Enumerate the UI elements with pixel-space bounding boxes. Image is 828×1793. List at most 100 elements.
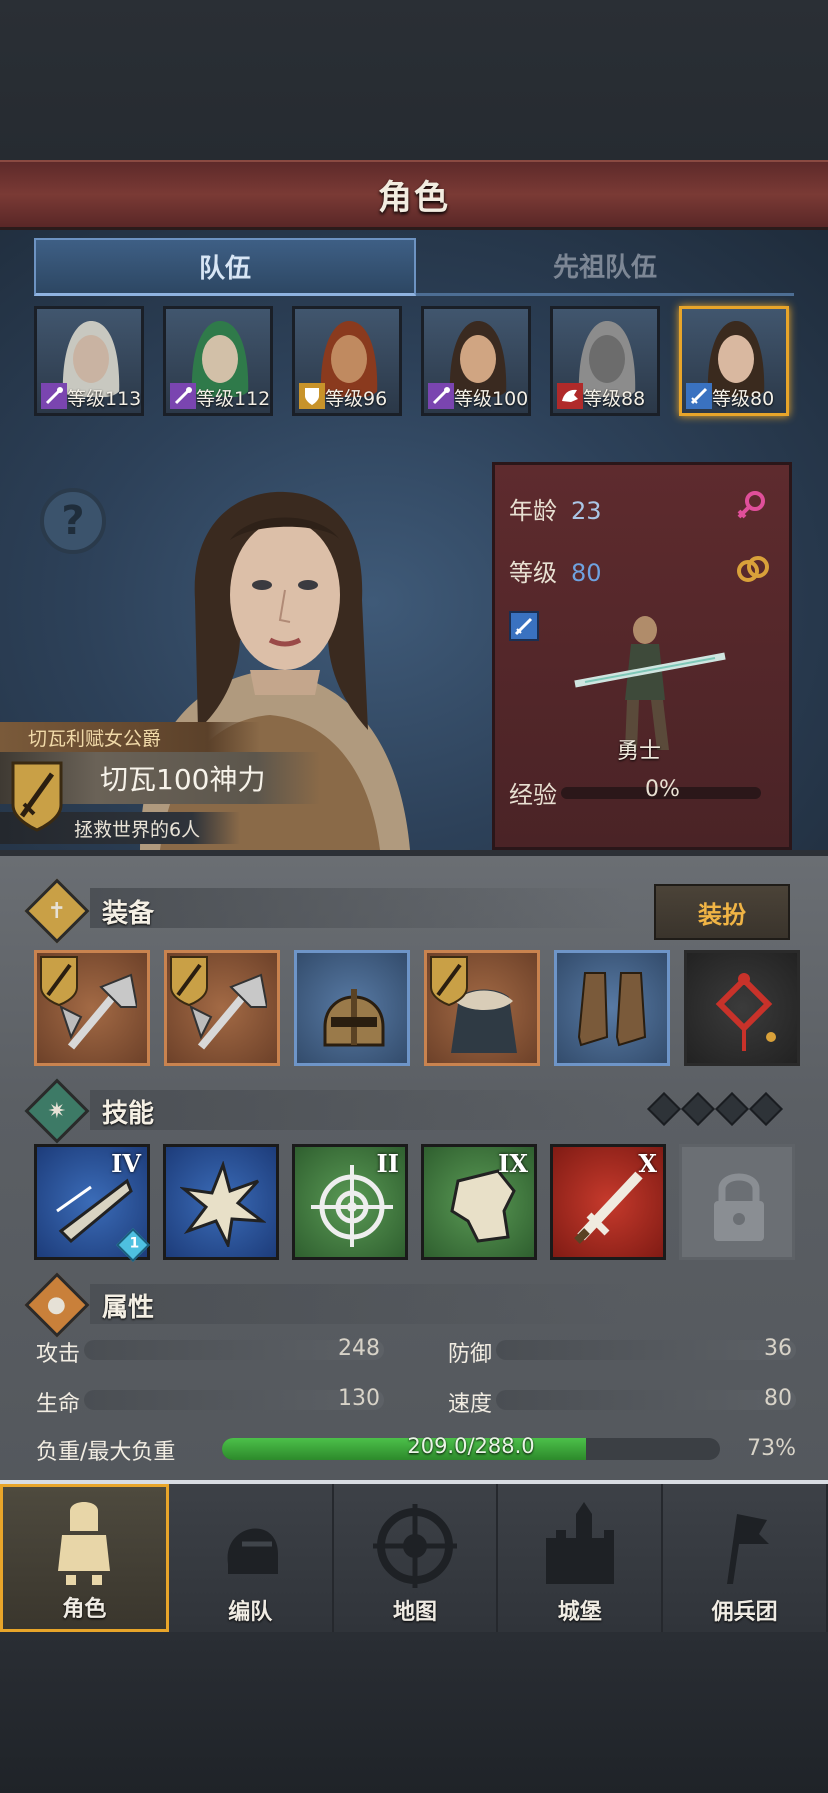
attributes-label: 属性 bbox=[102, 1292, 155, 1323]
locked-skill-slot[interactable] bbox=[679, 1144, 795, 1260]
equipment-slot[interactable] bbox=[34, 950, 150, 1066]
class-sword-icon bbox=[509, 611, 539, 641]
dress-up-button[interactable]: 装扮 bbox=[654, 884, 790, 940]
skill-slot[interactable] bbox=[163, 1144, 279, 1260]
tab-team[interactable]: 队伍 bbox=[34, 238, 416, 296]
character-honor-title: 切瓦利赋女公爵 bbox=[0, 722, 260, 752]
skill-point-icon bbox=[647, 1092, 681, 1126]
character-info-panel: 年龄 23 等级 80 勇士 经验 0% bbox=[492, 462, 792, 850]
equipment-slot[interactable] bbox=[684, 950, 800, 1066]
helmet-icon bbox=[227, 1528, 279, 1574]
staff-icon bbox=[41, 383, 67, 409]
staff-icon bbox=[170, 383, 196, 409]
skill-slot[interactable]: IV 1 bbox=[34, 1144, 150, 1262]
equipment-slots bbox=[34, 950, 800, 1066]
nav-item[interactable]: 佣兵团 bbox=[663, 1484, 828, 1632]
exp-percent: 0% bbox=[645, 777, 680, 802]
attributes-icon: ● bbox=[24, 1272, 90, 1338]
question-icon: ? bbox=[61, 498, 85, 544]
exp-label: 经验 bbox=[509, 781, 557, 809]
hp-value: 130 bbox=[338, 1386, 380, 1411]
age-value: 23 bbox=[571, 497, 602, 525]
equipment-label: 装备 bbox=[102, 898, 155, 929]
speed-value: 80 bbox=[764, 1386, 792, 1411]
age-row: 年龄 23 bbox=[509, 491, 602, 526]
hero-level: 等级96 bbox=[325, 388, 388, 410]
ring-icon[interactable] bbox=[735, 551, 771, 587]
top-backdrop bbox=[0, 0, 828, 160]
hero-card[interactable]: 等级80 bbox=[679, 306, 789, 416]
skills-header: ✷ 技能 bbox=[24, 1078, 155, 1144]
skill-tier: IV bbox=[111, 1149, 141, 1178]
boots-icon bbox=[577, 972, 647, 1047]
hero-level: 等级80 bbox=[712, 388, 775, 410]
crest-icon bbox=[170, 956, 208, 1007]
castle-icon bbox=[545, 1502, 614, 1584]
bottom-backdrop bbox=[0, 1632, 828, 1793]
defense-value: 36 bbox=[764, 1336, 792, 1361]
skills-header-bg bbox=[90, 1090, 630, 1130]
crest-icon bbox=[40, 956, 78, 1007]
help-button[interactable]: ? bbox=[40, 488, 106, 554]
knot-charm-icon bbox=[715, 973, 776, 1051]
nav-item[interactable]: 编队 bbox=[169, 1484, 334, 1632]
nav-item-label: 佣兵团 bbox=[711, 1600, 778, 1625]
hero-card[interactable]: 等级113 bbox=[34, 306, 144, 416]
hero-card[interactable]: 等级100 bbox=[421, 306, 531, 416]
equipment-icon: ✝ bbox=[24, 878, 90, 944]
skill-tier: IX bbox=[498, 1149, 528, 1178]
defense-label: 防御 bbox=[448, 1342, 493, 1367]
shield-icon bbox=[299, 383, 325, 409]
level-label: 等级 bbox=[509, 559, 557, 587]
compass-icon bbox=[372, 1504, 457, 1588]
equipment-header-bg bbox=[90, 888, 630, 928]
nav-item[interactable]: 角色 bbox=[0, 1484, 169, 1632]
hero-level: 等级112 bbox=[196, 388, 271, 410]
knight-icon bbox=[58, 1502, 111, 1585]
hero-card[interactable]: 等级112 bbox=[163, 306, 273, 416]
female-icon bbox=[737, 491, 765, 519]
nav-item-label: 地图 bbox=[392, 1600, 437, 1625]
helmet-icon bbox=[323, 989, 385, 1047]
equipment-slot[interactable] bbox=[554, 950, 670, 1066]
staff-icon bbox=[428, 383, 454, 409]
attributes-header: ● 属性 bbox=[24, 1272, 155, 1338]
nav-item[interactable]: 城堡 bbox=[498, 1484, 664, 1632]
beast-icon bbox=[557, 383, 583, 409]
header-bar: 角色 bbox=[0, 160, 828, 230]
skill-slot[interactable]: II bbox=[292, 1144, 408, 1260]
sword-icon bbox=[686, 383, 712, 409]
hp-label: 生命 bbox=[36, 1392, 81, 1417]
page-title: 角色 bbox=[378, 178, 450, 218]
load-label: 负重/最大负重 bbox=[36, 1440, 176, 1465]
level-value: 80 bbox=[571, 559, 602, 587]
speed-label: 速度 bbox=[448, 1392, 493, 1417]
nav-item[interactable]: 地图 bbox=[334, 1484, 499, 1632]
skill-badge-count: 1 bbox=[129, 1235, 140, 1252]
equipment-slot[interactable] bbox=[164, 950, 280, 1066]
nav-item-label: 角色 bbox=[62, 1597, 107, 1622]
age-label: 年龄 bbox=[509, 497, 557, 525]
hero-roster: 等级113 等级112 等级96 等级100 等级88 等级80 bbox=[34, 306, 794, 418]
hero-level: 等级88 bbox=[583, 388, 646, 410]
bottom-nav: 角色 编队 地图 城堡 佣兵团 bbox=[0, 1480, 828, 1632]
skills-label: 技能 bbox=[102, 1098, 155, 1129]
hero-level: 等级113 bbox=[67, 388, 142, 410]
banner-icon bbox=[726, 1514, 769, 1584]
crest-icon bbox=[430, 956, 468, 1007]
hero-card[interactable]: 等级88 bbox=[550, 306, 660, 416]
equipment-header: ✝ 装备 bbox=[24, 878, 155, 944]
hero-card[interactable]: 等级96 bbox=[292, 306, 402, 416]
load-percent: 73% bbox=[747, 1436, 796, 1461]
hero-level: 等级100 bbox=[454, 388, 529, 410]
equipment-slot[interactable] bbox=[294, 950, 410, 1066]
level-row: 等级 80 bbox=[509, 553, 602, 588]
load-value: 209.0/288.0 bbox=[407, 1434, 535, 1458]
skill-slot[interactable]: IX bbox=[421, 1144, 537, 1260]
skill-slot[interactable]: X bbox=[550, 1144, 666, 1260]
skill-tier: X bbox=[638, 1149, 657, 1178]
attack-value: 248 bbox=[338, 1336, 380, 1361]
equipment-slot[interactable] bbox=[424, 950, 540, 1066]
tab-ancestor-team[interactable]: 先祖队伍 bbox=[416, 238, 794, 296]
character-job: 勇士 bbox=[617, 739, 662, 764]
